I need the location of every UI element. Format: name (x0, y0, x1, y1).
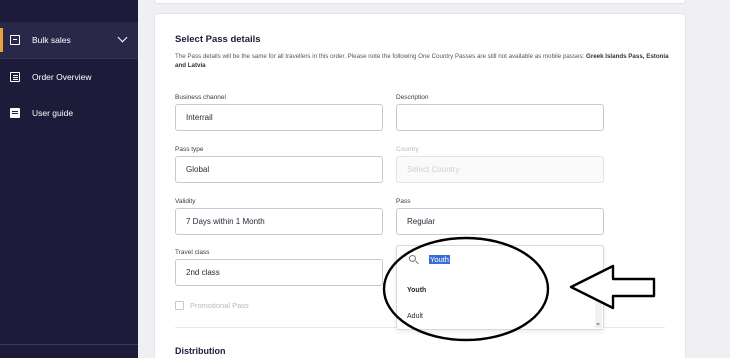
section-description: The Pass details will be the same for al… (175, 53, 669, 69)
business-channel-select[interactable]: Interrail (175, 104, 383, 131)
dropdown-search[interactable]: Youth (397, 246, 603, 274)
dropdown-search-query[interactable]: Youth (429, 255, 450, 264)
bulk-sales-icon (10, 35, 20, 45)
distribution-title: Distribution (175, 346, 226, 356)
sidebar-item-bulk-sales[interactable]: Bulk sales (0, 22, 138, 58)
sidebar-item-label: User guide (32, 108, 74, 118)
sidebar-bottom-divider (0, 344, 138, 345)
sidebar-item-label: Bulk sales (32, 35, 71, 45)
sidebar: Bulk sales Order Overview User guide (0, 0, 138, 358)
dropdown-option-adult[interactable]: Adult (407, 313, 423, 320)
country-select[interactable]: Select Country (396, 156, 604, 183)
promotional-pass-row[interactable]: Promotional Pass (175, 301, 249, 310)
sidebar-item-user-guide[interactable]: User guide (0, 95, 138, 131)
chevron-down-icon[interactable] (117, 32, 128, 43)
business-channel-label: Business channel (175, 94, 226, 101)
description-label: Description (396, 94, 429, 101)
scroll-up-icon[interactable] (596, 278, 600, 281)
description-input[interactable] (396, 104, 604, 131)
sidebar-item-order-overview[interactable]: Order Overview (0, 59, 138, 95)
previous-card (154, 0, 686, 4)
promotional-pass-checkbox[interactable] (175, 301, 184, 310)
travel-class-select[interactable]: 2nd class (175, 259, 383, 286)
dropdown-scrollbar[interactable] (595, 276, 602, 328)
validity-label: Validity (175, 198, 196, 205)
sidebar-item-label: Order Overview (32, 72, 92, 82)
dropdown-option-youth[interactable]: Youth (407, 287, 426, 294)
section-title: Select Pass details (175, 34, 261, 45)
promotional-pass-label: Promotional Pass (190, 301, 249, 310)
guide-icon (10, 108, 20, 118)
order-icon (10, 72, 20, 82)
pass-type-label: Pass type (175, 146, 204, 153)
traveller-type-dropdown[interactable]: Youth Youth Adult (396, 245, 604, 330)
pass-type-select[interactable]: Global (175, 156, 383, 183)
country-label: Country (396, 146, 419, 153)
scroll-down-icon[interactable] (596, 323, 600, 326)
travel-class-label: Travel class (175, 249, 210, 256)
search-icon (409, 255, 416, 262)
pass-select[interactable]: Regular (396, 208, 604, 235)
validity-select[interactable]: 7 Days within 1 Month (175, 208, 383, 235)
pass-label: Pass (396, 198, 411, 205)
